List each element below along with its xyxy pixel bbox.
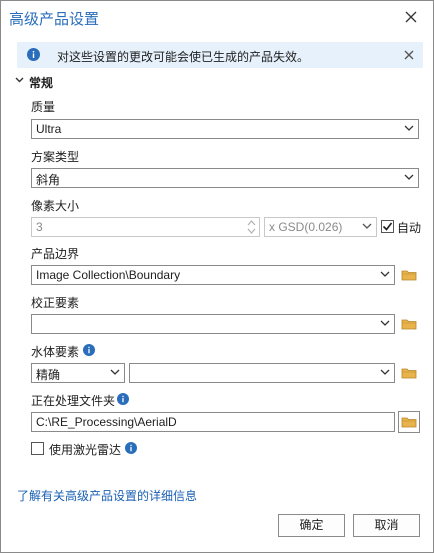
folder-icon [401, 319, 417, 330]
chevron-down-icon [362, 223, 372, 229]
dialog-title: 高级产品设置 [9, 10, 100, 28]
chevron-down-icon [380, 320, 390, 326]
quality-label: 质量 [31, 100, 56, 114]
pixel-size-unit-value: x GSD(0.026) [269, 220, 343, 234]
correction-features-dropdown[interactable] [31, 314, 395, 334]
chevron-down-icon [380, 271, 390, 277]
banner-message: 对这些设置的更改可能会使已生成的产品失效。 [57, 50, 310, 64]
scheme-type-value: 斜角 [36, 173, 61, 187]
folder-icon [401, 270, 417, 281]
cancel-button[interactable]: 取消 [353, 514, 420, 537]
product-boundary-value: Image Collection\Boundary [36, 268, 181, 282]
auto-checkbox[interactable] [381, 220, 394, 233]
info-banner: 对这些设置的更改可能会使已生成的产品失效。 [17, 42, 423, 68]
section-title: 常规 [29, 76, 54, 90]
help-info-icon[interactable] [125, 442, 137, 454]
processing-folder-value: C:\RE_Processing\AerialD [36, 415, 177, 429]
help-info-icon[interactable] [117, 393, 129, 405]
learn-more-link[interactable]: 了解有关高级产品设置的详细信息 [17, 487, 197, 504]
chevron-down-icon [380, 369, 390, 375]
use-lidar-checkbox[interactable] [31, 442, 44, 455]
info-icon [27, 48, 40, 61]
browse-processing-folder-button[interactable] [398, 411, 420, 433]
chevron-down-icon [110, 369, 120, 375]
pixel-size-value: 3 [36, 220, 43, 234]
scheme-type-dropdown[interactable]: 斜角 [31, 168, 419, 188]
water-mode-value: 精确 [36, 368, 61, 382]
pixel-size-label: 像素大小 [31, 199, 80, 213]
pixel-size-unit-dropdown[interactable]: x GSD(0.026) [264, 217, 377, 237]
checkmark-icon [382, 222, 393, 231]
dismiss-banner-button[interactable] [401, 47, 417, 63]
pixel-size-input[interactable]: 3 [31, 217, 260, 237]
browse-correction-button[interactable] [399, 314, 419, 334]
quality-dropdown[interactable]: Ultra [31, 119, 419, 139]
close-icon [404, 50, 414, 60]
processing-folder-input[interactable]: C:\RE_Processing\AerialD [31, 412, 395, 432]
chevron-down-icon [404, 174, 414, 180]
close-icon [405, 11, 417, 23]
scheme-type-label: 方案类型 [31, 150, 80, 164]
chevron-down-icon [404, 125, 414, 131]
browse-boundary-button[interactable] [399, 265, 419, 285]
folder-icon [401, 417, 417, 428]
title-bar: 高级产品设置 [1, 1, 433, 33]
water-features-dropdown[interactable] [129, 363, 395, 383]
close-button[interactable] [401, 7, 421, 27]
processing-folder-label: 正在处理文件夹 [31, 394, 116, 408]
folder-icon [401, 368, 417, 379]
water-mode-dropdown[interactable]: 精确 [31, 363, 125, 383]
quality-value: Ultra [36, 122, 62, 136]
correction-features-label: 校正要素 [31, 296, 80, 310]
auto-label: 自动 [397, 221, 422, 235]
chevron-down-icon [15, 77, 24, 83]
ok-button[interactable]: 确定 [278, 514, 345, 537]
use-lidar-label: 使用激光雷达 [49, 443, 122, 457]
help-info-icon[interactable] [83, 344, 95, 356]
product-boundary-dropdown[interactable]: Image Collection\Boundary [31, 265, 395, 285]
advanced-product-settings-dialog: 高级产品设置 对这些设置的更改可能会使已生成的产品失效。 常规 质量 Ultra [0, 0, 434, 553]
water-features-label: 水体要素 [31, 345, 80, 359]
spinner-arrows-icon [247, 220, 256, 234]
browse-water-button[interactable] [399, 363, 419, 383]
product-boundary-label: 产品边界 [31, 247, 80, 261]
